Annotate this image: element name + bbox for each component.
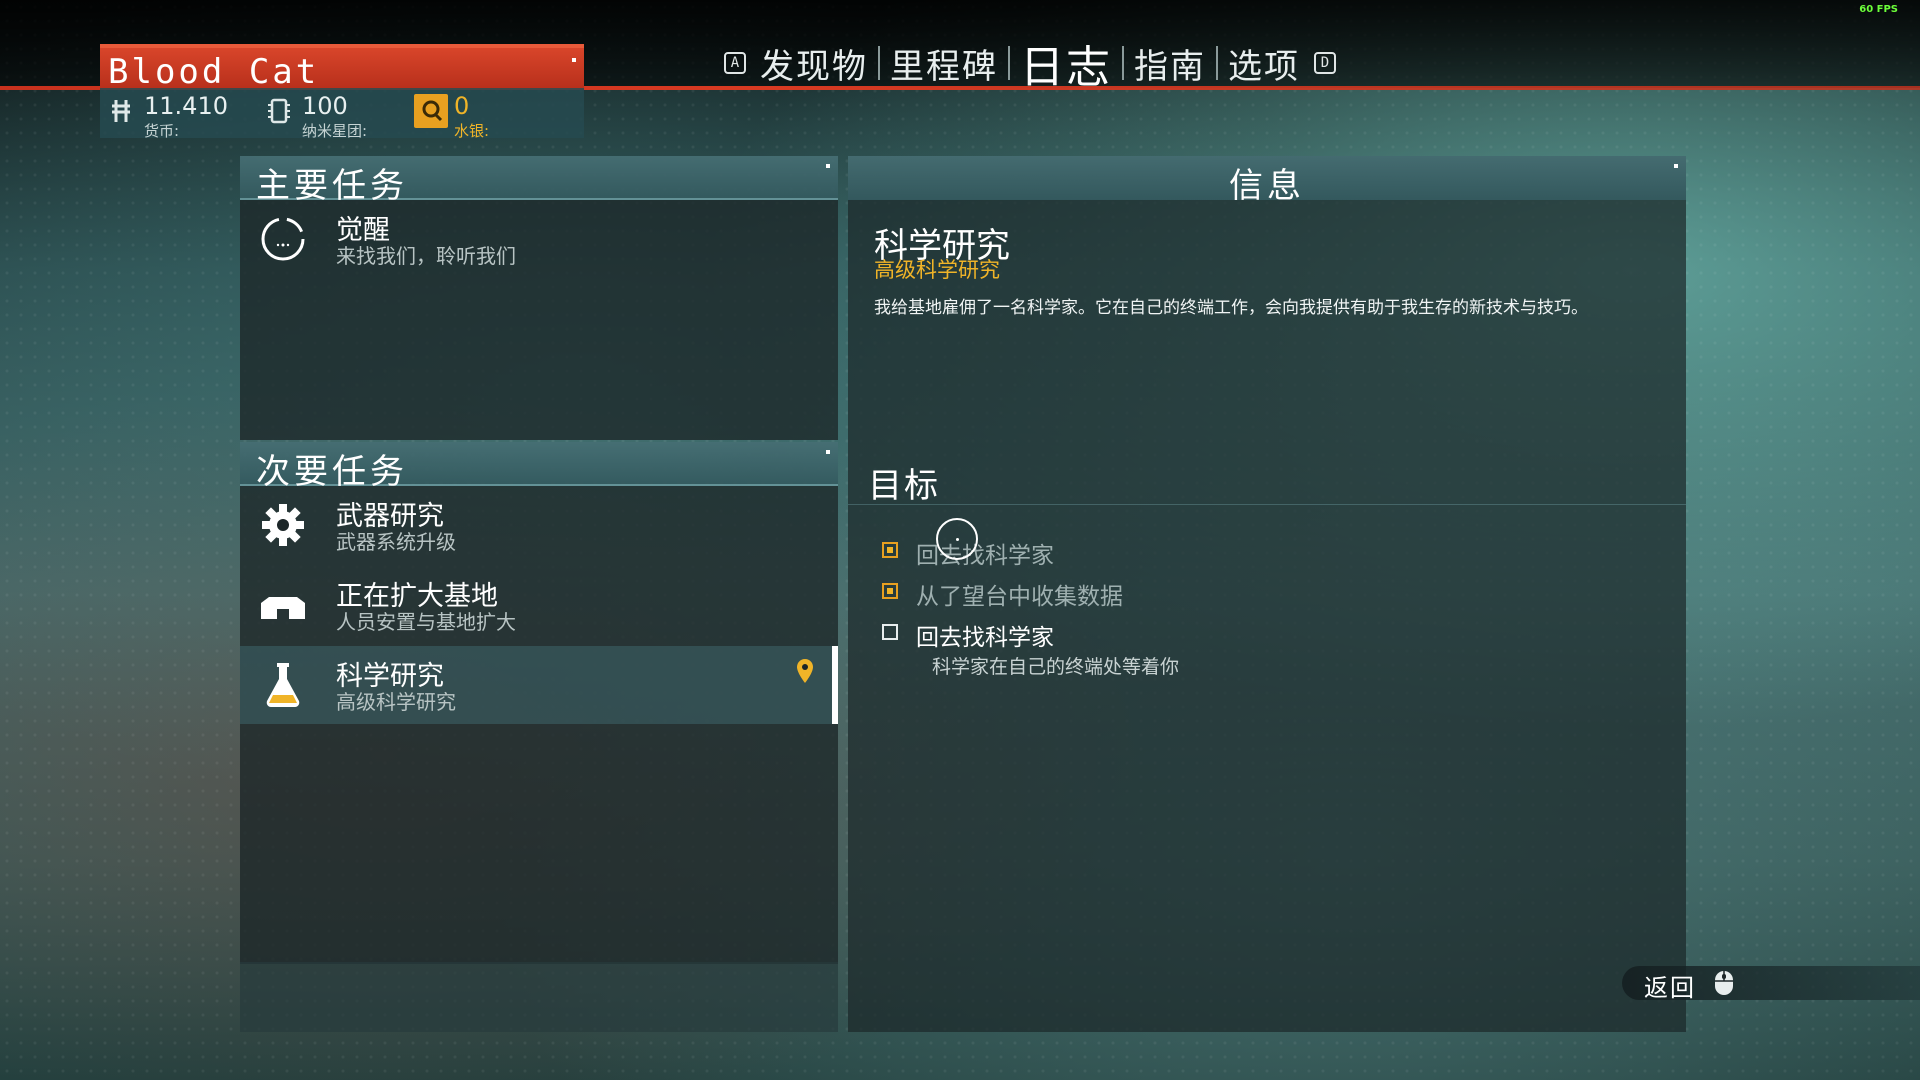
selected-mission-subtitle: 高级科学研究 bbox=[874, 258, 1000, 282]
base-icon bbox=[258, 580, 308, 630]
tab-log[interactable]: 日志 bbox=[1010, 31, 1122, 95]
checkbox-checked-icon bbox=[882, 542, 898, 558]
corner-dot bbox=[826, 164, 830, 168]
map-pin-icon[interactable] bbox=[796, 658, 814, 688]
corner-dot bbox=[1674, 164, 1678, 168]
player-name-bar: Blood Cat bbox=[100, 44, 584, 92]
secondary-missions-header: 次要任务 bbox=[240, 442, 838, 492]
mission-item-weapon-research[interactable]: 武器研究 武器系统升级 bbox=[240, 486, 838, 564]
main-missions-list: 觉醒 来找我们，聆听我们 bbox=[240, 200, 838, 440]
checkbox-checked-icon bbox=[882, 583, 898, 599]
units-icon bbox=[104, 94, 138, 128]
nanite-icon bbox=[262, 94, 296, 128]
flask-icon bbox=[258, 660, 308, 710]
tab-milestones[interactable]: 里程碑 bbox=[880, 39, 1008, 88]
fps-counter: 60 FPS bbox=[1859, 4, 1898, 15]
objective-text: 从了望台中收集数据 bbox=[916, 584, 1123, 610]
missions-panel: 主要任务 觉醒 来找我们，聆听我们 次要任务 武器研究 武器系统升级 正在扩大基… bbox=[240, 156, 838, 1032]
mission-item-science-research[interactable]: 科学研究 高级科学研究 bbox=[240, 646, 838, 724]
objectives-title: 目标 bbox=[868, 466, 940, 506]
player-stats: 11.410 货币: 100 纳米星团: 0 水银: bbox=[100, 88, 584, 140]
back-label: 返回 bbox=[1644, 974, 1696, 1002]
back-button[interactable]: 返回 bbox=[1622, 966, 1920, 1002]
quicksilver-value: 0 bbox=[454, 92, 470, 120]
nanites-label: 纳米星团: bbox=[302, 122, 368, 140]
mission-subtitle: 高级科学研究 bbox=[336, 690, 456, 714]
info-title: 信息 bbox=[1229, 166, 1305, 206]
key-a-hint[interactable]: A bbox=[724, 52, 746, 74]
nanites-stat: 100 纳米星团: bbox=[260, 88, 410, 140]
tab-discoveries[interactable]: 发现物 bbox=[750, 39, 878, 88]
mission-subtitle: 人员安置与基地扩大 bbox=[336, 610, 516, 634]
nanites-value: 100 bbox=[302, 92, 348, 120]
main-missions-header: 主要任务 bbox=[240, 156, 838, 206]
mission-subtitle: 来找我们，聆听我们 bbox=[336, 244, 516, 268]
secondary-missions-list: 武器研究 武器系统升级 正在扩大基地 人员安置与基地扩大 科学研究 高级科学研究 bbox=[240, 486, 838, 964]
player-card: Blood Cat 11.410 货币: 100 纳米星团: 0 水银: bbox=[100, 44, 584, 140]
gear-icon bbox=[258, 500, 308, 550]
tab-options[interactable]: 选项 bbox=[1218, 39, 1310, 88]
objective-text: 回去找科学家 bbox=[916, 625, 1054, 651]
awakening-ring-icon bbox=[258, 214, 308, 264]
mission-subtitle: 武器系统升级 bbox=[336, 530, 456, 554]
quicksilver-icon bbox=[414, 94, 448, 128]
quicksilver-stat: 0 水银: bbox=[412, 88, 562, 140]
mouse-icon bbox=[1714, 970, 1734, 1000]
objective-note: 科学家在自己的终端处等着你 bbox=[932, 656, 1180, 678]
info-header: 信息 bbox=[848, 156, 1686, 206]
info-panel: 信息 科学研究 高级科学研究 我给基地雇佣了一名科学家。它在自己的终端工作，会向… bbox=[848, 156, 1686, 1032]
currency-value: 11.410 bbox=[144, 92, 228, 120]
currency-stat: 11.410 货币: bbox=[102, 88, 252, 140]
corner-dot bbox=[572, 58, 576, 62]
missions-footer bbox=[240, 962, 838, 1032]
top-tabs: A 发现物 里程碑 日志 指南 选项 D bbox=[720, 38, 1340, 93]
mission-item-awakening[interactable]: 觉醒 来找我们，聆听我们 bbox=[240, 200, 838, 278]
objectives-divider bbox=[848, 504, 1686, 505]
mission-description: 我给基地雇佣了一名科学家。它在自己的终端工作，会向我提供有助于我生存的新技术与技… bbox=[874, 298, 1588, 318]
corner-dot bbox=[826, 450, 830, 454]
quicksilver-label: 水银: bbox=[454, 122, 490, 140]
tab-guide[interactable]: 指南 bbox=[1124, 39, 1216, 88]
currency-label: 货币: bbox=[144, 122, 180, 140]
mission-item-base-expansion[interactable]: 正在扩大基地 人员安置与基地扩大 bbox=[240, 566, 838, 644]
checkbox-empty-icon bbox=[882, 624, 898, 640]
key-d-hint[interactable]: D bbox=[1314, 52, 1336, 74]
player-name: Blood Cat bbox=[108, 52, 320, 92]
cursor-reticle-icon bbox=[936, 518, 978, 560]
